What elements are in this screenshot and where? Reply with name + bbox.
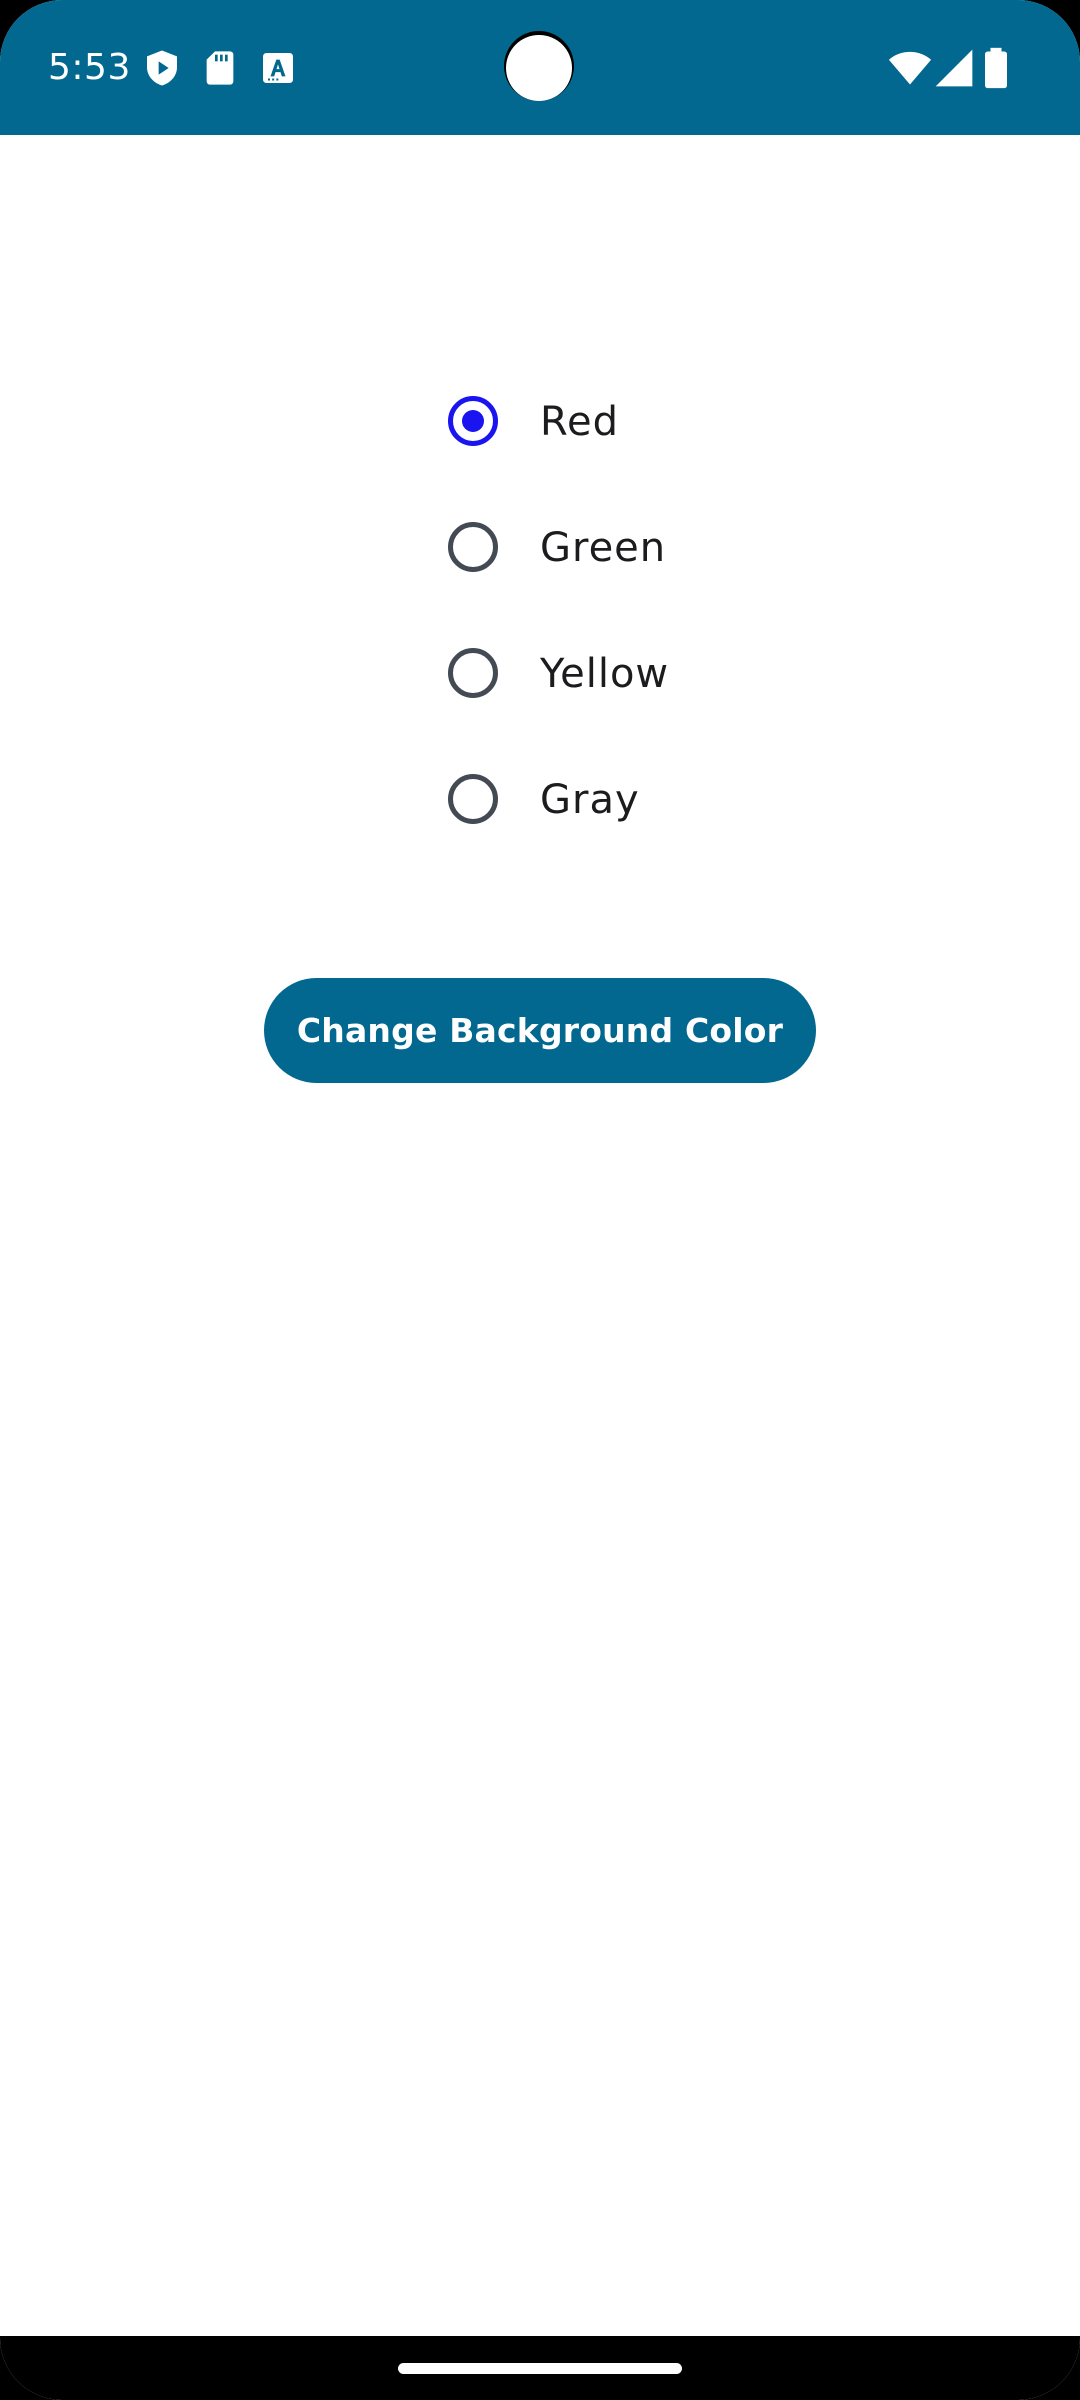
radio-button[interactable] — [448, 396, 498, 446]
navigation-bar — [0, 2336, 1080, 2400]
radio-button[interactable] — [448, 648, 498, 698]
radio-checked-dot — [462, 410, 484, 432]
cell-signal-icon — [935, 49, 973, 87]
radio-option-gray[interactable]: Gray — [445, 738, 845, 864]
home-gesture-handle[interactable] — [398, 2363, 682, 2374]
status-time: 5:53 — [48, 47, 131, 88]
radio-button[interactable] — [448, 522, 498, 572]
radio-label: Yellow — [540, 651, 670, 697]
radio-button[interactable] — [448, 774, 498, 824]
sd-card-icon — [206, 51, 234, 85]
radio-label: Gray — [540, 777, 640, 823]
camera-cutout — [506, 35, 572, 101]
color-radio-group: Red Green Yellow Gray — [445, 360, 845, 864]
radio-option-yellow[interactable]: Yellow — [445, 612, 845, 738]
radio-label: Red — [540, 399, 619, 445]
radio-option-green[interactable]: Green — [445, 486, 845, 612]
play-protect-icon — [147, 50, 177, 86]
status-bar: 5:53 — [0, 0, 1080, 135]
battery-icon — [985, 47, 1007, 89]
radio-label: Green — [540, 525, 667, 571]
radio-option-red[interactable]: Red — [445, 360, 845, 486]
wifi-icon — [888, 51, 932, 85]
app-screen: 5:53 Red Green Yellow Gray Change Backgr… — [0, 0, 1080, 2400]
change-background-color-button[interactable]: Change Background Color — [264, 978, 816, 1083]
font-app-icon — [263, 53, 293, 83]
